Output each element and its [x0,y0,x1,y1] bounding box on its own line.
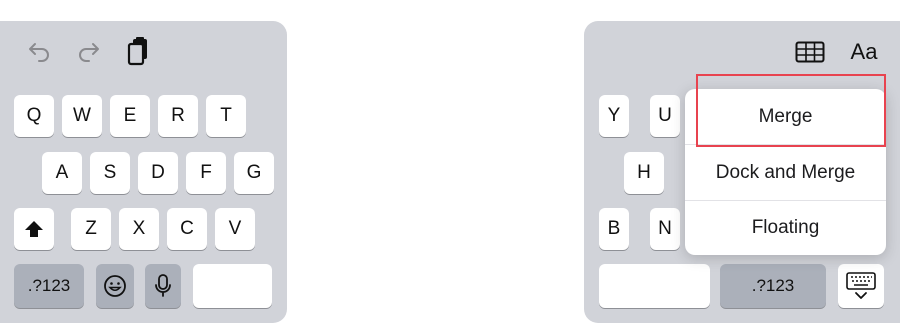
key-h[interactable]: H [624,152,664,194]
key-b[interactable]: B [599,208,629,250]
emoji-key[interactable] [96,264,134,308]
key-c[interactable]: C [167,208,207,250]
key-q[interactable]: Q [14,95,54,137]
paste-icon[interactable] [126,35,152,67]
text-format-button[interactable]: Aa [844,37,884,67]
redo-icon[interactable] [76,37,102,65]
key-r[interactable]: R [158,95,198,137]
space-key-left[interactable] [193,264,272,308]
key-u[interactable]: U [650,95,680,137]
left-keyboard-half: Q W E R T A S D F G Z X C V .?123 [0,21,287,323]
key-n[interactable]: N [650,208,680,250]
key-a[interactable]: A [42,152,82,194]
key-t[interactable]: T [206,95,246,137]
microphone-icon [155,274,171,297]
keyboard-options-menu: Merge Dock and Merge Floating [685,89,886,255]
key-w[interactable]: W [62,95,102,137]
space-key-right[interactable] [599,264,710,308]
keyboard-dismiss-icon [846,272,876,299]
key-f[interactable]: F [186,152,226,194]
shift-key[interactable] [14,208,54,250]
key-s[interactable]: S [90,152,130,194]
menu-item-dock-and-merge[interactable]: Dock and Merge [685,145,886,200]
key-e[interactable]: E [110,95,150,137]
emoji-icon [104,275,126,297]
key-g[interactable]: G [234,152,274,194]
undo-icon[interactable] [26,37,52,65]
key-z[interactable]: Z [71,208,111,250]
table-icon[interactable] [794,39,826,65]
menu-item-floating[interactable]: Floating [685,201,886,255]
key-x[interactable]: X [119,208,159,250]
key-y[interactable]: Y [599,95,629,137]
key-d[interactable]: D [138,152,178,194]
key-v[interactable]: V [215,208,255,250]
numbers-key-right[interactable]: .?123 [720,264,826,308]
numbers-key[interactable]: .?123 [14,264,84,308]
keyboard-dismiss-key[interactable] [838,264,884,308]
dictation-key[interactable] [145,264,181,308]
shift-arrow-icon [25,221,43,237]
menu-item-merge[interactable]: Merge [685,89,886,144]
